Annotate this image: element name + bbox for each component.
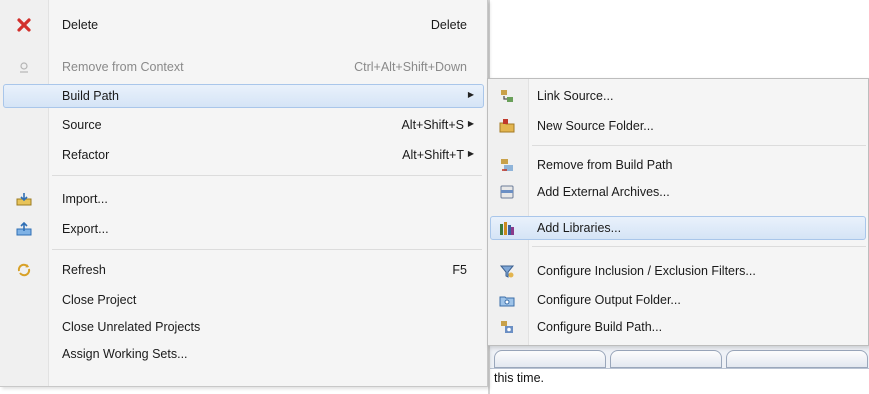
menu-item-label: Refresh (62, 263, 106, 277)
menu-item-shortcut: Delete (430, 18, 467, 32)
new-source-folder-icon (499, 118, 515, 134)
submenu-item-configure-build-path[interactable]: Configure Build Path... (490, 315, 866, 339)
menu-item-build-path[interactable]: Build Path ▶ (3, 84, 484, 108)
submenu-arrow-icon: ▶ (467, 119, 474, 128)
submenu-item-add-libraries[interactable]: Add Libraries... (490, 216, 866, 240)
background-tab[interactable] (726, 350, 868, 368)
delete-x-icon (16, 17, 32, 33)
submenu-item-label: Add Libraries... (537, 221, 622, 235)
output-folder-icon (499, 292, 515, 308)
filter-icon (499, 263, 515, 279)
menu-item-export[interactable]: Export... (3, 217, 484, 241)
library-icon (499, 220, 515, 236)
menu-item-shortcut: Alt+Shift+T (402, 148, 464, 162)
menu-item-shortcut: Ctrl+Alt+Shift+Down (354, 60, 467, 74)
menu-item-close-project[interactable]: Close Project (3, 288, 484, 312)
menu-item-remove-from-context[interactable]: Remove from Context Ctrl+Alt+Shift+Down (3, 55, 484, 79)
submenu-item-add-external-archives[interactable]: Add External Archives... (490, 180, 866, 204)
submenu-item-label: Remove from Build Path (537, 158, 673, 172)
submenu-item-label: Configure Inclusion / Exclusion Filters.… (537, 264, 756, 278)
submenu-item-label: Link Source... (537, 89, 614, 103)
build-path-icon (499, 319, 515, 335)
menu-item-label: Delete (62, 18, 99, 32)
remove-build-path-icon (499, 157, 515, 173)
menu-item-source[interactable]: Source Alt+Shift+S ▶ (3, 113, 484, 137)
background-tab[interactable] (610, 350, 722, 368)
menu-item-label: Refactor (62, 148, 110, 162)
external-archive-icon (499, 184, 515, 200)
menu-item-label: Assign Working Sets... (62, 347, 188, 361)
menu-item-close-unrelated-projects[interactable]: Close Unrelated Projects (3, 315, 484, 339)
menu-separator (52, 175, 482, 176)
submenu-item-remove-from-build-path[interactable]: Remove from Build Path (490, 153, 866, 177)
menu-item-assign-working-sets[interactable]: Assign Working Sets... (3, 342, 484, 366)
submenu-item-link-source[interactable]: Link Source... (490, 84, 866, 108)
menu-separator (52, 249, 482, 250)
submenu-separator (532, 145, 866, 146)
menu-item-label: Build Path (62, 89, 119, 103)
submenu-item-label: New Source Folder... (537, 119, 654, 133)
import-icon (16, 191, 32, 207)
menu-item-refresh[interactable]: Refresh F5 (3, 258, 484, 282)
menu-item-refactor[interactable]: Refactor Alt+Shift+T ▶ (3, 143, 484, 167)
background-status-text: this time. (494, 371, 545, 385)
menu-item-label: Remove from Context (62, 60, 184, 74)
menu-item-label: Close Unrelated Projects (62, 320, 201, 334)
context-menu: Delete Delete Remove from Context Ctrl+A… (0, 0, 488, 387)
submenu-item-configure-inclusion-exclusion-filters[interactable]: Configure Inclusion / Exclusion Filters.… (490, 259, 866, 283)
build-path-submenu: Link Source... New Source Folder... Remo… (487, 78, 869, 346)
menu-item-label: Export... (62, 222, 109, 236)
submenu-arrow-icon: ▶ (467, 90, 474, 99)
submenu-item-configure-output-folder[interactable]: Configure Output Folder... (490, 288, 866, 312)
submenu-separator (532, 246, 866, 247)
submenu-item-new-source-folder[interactable]: New Source Folder... (490, 114, 866, 138)
menu-item-shortcut: Alt+Shift+S (401, 118, 464, 132)
refresh-icon (16, 262, 32, 278)
background-tab[interactable] (494, 350, 606, 368)
menu-item-delete[interactable]: Delete Delete (3, 13, 484, 37)
link-source-icon (499, 88, 515, 104)
menu-item-label: Close Project (62, 293, 137, 307)
submenu-item-label: Add External Archives... (537, 185, 670, 199)
submenu-arrow-icon: ▶ (467, 149, 474, 158)
menu-item-shortcut: F5 (452, 263, 467, 277)
background-view-tabs (490, 345, 869, 369)
remove-context-icon (16, 59, 32, 75)
export-icon (16, 221, 32, 237)
submenu-item-label: Configure Output Folder... (537, 293, 681, 307)
menu-item-import[interactable]: Import... (3, 187, 484, 211)
submenu-item-label: Configure Build Path... (537, 320, 663, 334)
menu-item-label: Import... (62, 192, 108, 206)
menu-item-label: Source (62, 118, 102, 132)
